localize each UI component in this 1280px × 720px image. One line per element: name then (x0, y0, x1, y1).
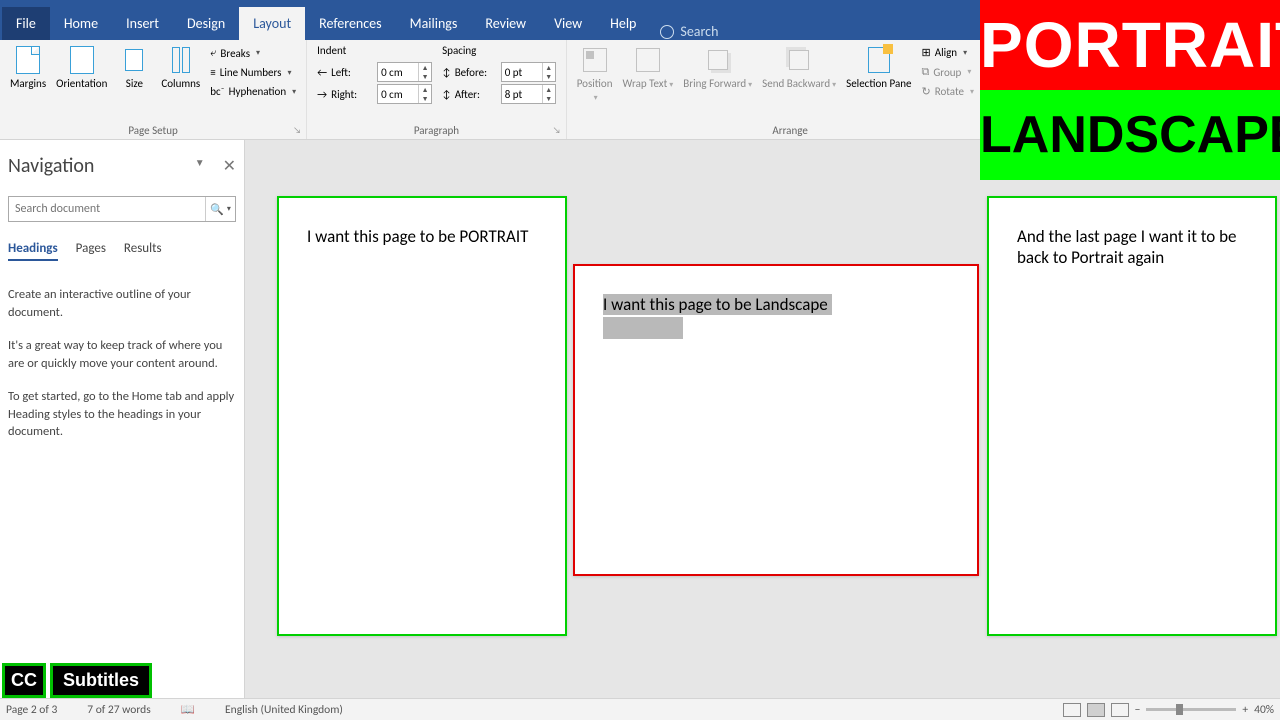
banner-portrait: PORTRAIT (980, 0, 1280, 90)
tab-view[interactable]: View (540, 7, 596, 40)
group-arrange: Position▾ Wrap Text▾ Bring Forward▾ Send… (567, 40, 1015, 139)
page-2-landscape[interactable]: I want this page to be Landscape (573, 264, 979, 576)
cc-subtitles-badge: CC Subtitles (2, 663, 152, 698)
view-print-layout[interactable] (1087, 703, 1105, 717)
size-button[interactable]: Size (113, 42, 155, 93)
spacing-title: Spacing (438, 44, 560, 61)
indent-title: Indent (313, 44, 436, 61)
zoom-out[interactable]: − (1135, 703, 1141, 717)
indent-left-icon: ← (317, 66, 327, 79)
navigation-pane: Navigation ▼ ✕ 🔍▾ Headings Pages Results… (0, 140, 245, 698)
group-icon: ⧉ (921, 65, 929, 79)
zoom-level[interactable]: 40% (1254, 703, 1274, 717)
tab-review[interactable]: Review (471, 7, 540, 40)
group-label: Page Setup (6, 122, 300, 139)
spacing-after-input[interactable]: ▲▼ (501, 84, 556, 104)
breaks-button[interactable]: ⤶Breaks▾ (206, 44, 300, 62)
status-language[interactable]: English (United Kingdom) (225, 703, 343, 717)
nav-tab-results[interactable]: Results (124, 238, 162, 261)
orientation-button[interactable]: Orientation (52, 42, 111, 93)
cc-icon: CC (2, 663, 46, 698)
tab-design[interactable]: Design (173, 7, 239, 40)
spacing-before-input[interactable]: ▲▼ (501, 62, 556, 82)
indent-left-label: Left: (331, 66, 373, 79)
nav-tab-headings[interactable]: Headings (8, 238, 58, 261)
subtitles-label: Subtitles (50, 663, 152, 698)
line-numbers-button[interactable]: ≡Line Numbers▾ (206, 64, 300, 81)
indent-right-input[interactable]: ▲▼ (377, 84, 432, 104)
nav-search-button[interactable]: 🔍▾ (205, 197, 235, 221)
spacing-after-icon: ↕ (442, 88, 451, 101)
page-1-text: I want this page to be PORTRAIT (307, 226, 537, 247)
nav-search-input[interactable] (9, 197, 205, 221)
zoom-slider[interactable] (1146, 708, 1236, 711)
bring-forward-button: Bring Forward▾ (679, 42, 756, 93)
page-3-portrait[interactable]: And the last page I want it to be back t… (987, 196, 1277, 636)
align-icon: ⊞ (921, 46, 930, 59)
page-3-text: And the last page I want it to be back t… (1017, 226, 1247, 268)
spellcheck-icon[interactable]: 📖 (181, 702, 195, 717)
tab-home[interactable]: Home (50, 7, 112, 40)
tab-insert[interactable]: Insert (112, 7, 173, 40)
indent-right-label: Right: (331, 88, 373, 101)
lightbulb-icon (660, 25, 674, 39)
tab-help[interactable]: Help (596, 7, 650, 40)
zoom-in[interactable]: + (1242, 703, 1248, 717)
send-backward-button: Send Backward▾ (758, 42, 840, 93)
spacing-before-label: Before: (455, 66, 497, 79)
nav-dropdown-icon[interactable]: ▼ (195, 156, 205, 176)
line-numbers-icon: ≡ (210, 66, 215, 79)
nav-close-icon[interactable]: ✕ (223, 156, 236, 176)
margins-button[interactable]: Margins (6, 42, 50, 93)
position-button: Position▾ (573, 42, 617, 105)
spacing-before-icon: ↕ (442, 66, 451, 79)
indent-right-icon: → (317, 88, 327, 101)
tab-file[interactable]: File (2, 7, 50, 40)
spacing-after-label: After: (455, 88, 497, 101)
status-page[interactable]: Page 2 of 3 (6, 703, 57, 717)
rotate-icon: ↻ (921, 85, 930, 98)
paragraph-launcher[interactable]: ↘ (551, 124, 563, 136)
group-label: Paragraph (313, 122, 560, 139)
view-web-layout[interactable] (1111, 703, 1129, 717)
wrap-text-button: Wrap Text▾ (619, 42, 678, 93)
tab-layout[interactable]: Layout (239, 7, 305, 40)
group-paragraph: Indent ← Left: ▲▼ → Right: ▲▼ Spacing ↕ … (307, 40, 567, 139)
page-setup-launcher[interactable]: ↘ (291, 124, 303, 136)
view-read-mode[interactable] (1063, 703, 1081, 717)
group-label: Arrange (573, 122, 1008, 139)
page-2-text: I want this page to be Landscape (603, 294, 949, 339)
page-1-portrait[interactable]: I want this page to be PORTRAIT (277, 196, 567, 636)
nav-tab-pages[interactable]: Pages (76, 238, 106, 261)
indent-left-input[interactable]: ▲▼ (377, 62, 432, 82)
tell-me-label: Search (680, 23, 718, 40)
nav-help-text: Create an interactive outline of your do… (8, 286, 236, 441)
portrait-landscape-banner: PORTRAIT LANDSCAPE (980, 0, 1280, 180)
selection-pane-button[interactable]: Selection Pane (842, 42, 915, 93)
document-canvas[interactable]: I want this page to be PORTRAIT I want t… (245, 140, 1280, 698)
columns-button[interactable]: Columns (157, 42, 204, 93)
tell-me-search[interactable]: Search (650, 23, 728, 40)
hyphenation-button[interactable]: bc⁻Hyphenation▾ (206, 83, 300, 100)
hyphenation-icon: bc⁻ (210, 85, 224, 98)
status-bar: Page 2 of 3 7 of 27 words 📖 English (Uni… (0, 698, 1280, 720)
tab-mailings[interactable]: Mailings (396, 7, 472, 40)
breaks-icon: ⤶ (210, 46, 216, 60)
group-page-setup: Margins Orientation Size Columns ⤶Breaks… (0, 40, 307, 139)
tab-references[interactable]: References (305, 7, 395, 40)
nav-search[interactable]: 🔍▾ (8, 196, 236, 222)
status-words[interactable]: 7 of 27 words (87, 703, 150, 717)
banner-landscape: LANDSCAPE (980, 90, 1280, 180)
nav-title: Navigation (8, 154, 94, 178)
